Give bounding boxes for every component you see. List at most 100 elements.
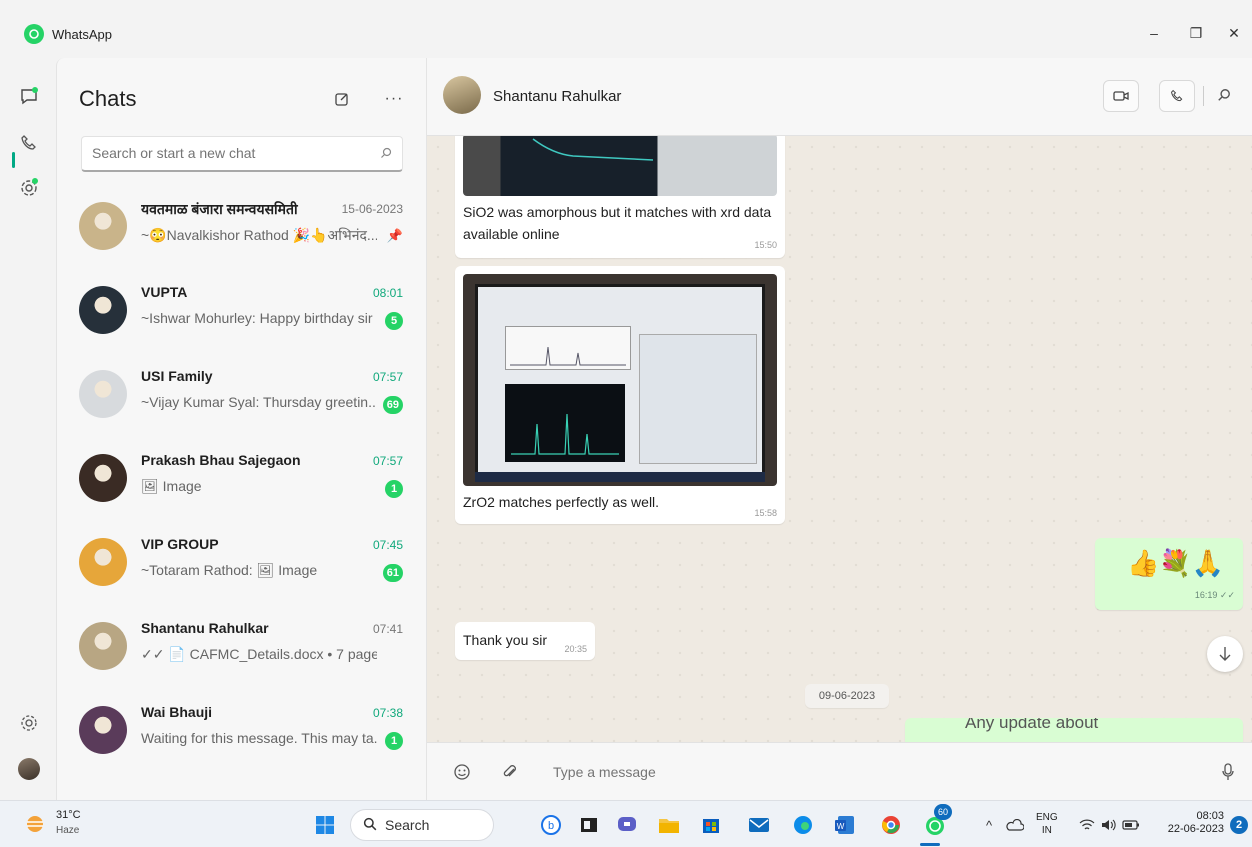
edge-icon[interactable] bbox=[788, 810, 818, 840]
bing-icon[interactable]: b bbox=[536, 810, 566, 840]
file-explorer-icon[interactable] bbox=[654, 810, 684, 840]
message-text: Any update about bbox=[965, 718, 1099, 732]
conversation-header: Shantanu Rahulkar bbox=[427, 58, 1252, 136]
chat-preview: ~Vijay Kumar Syal: Thursday greetin... bbox=[141, 394, 377, 410]
weather-condition: Haze bbox=[56, 825, 80, 836]
svg-text:b: b bbox=[548, 820, 554, 832]
chat-avatar bbox=[79, 202, 127, 250]
clock-date: 22-06-2023 bbox=[1167, 823, 1224, 835]
unread-badge: 1 bbox=[385, 732, 403, 750]
taskbar-search[interactable]: Search bbox=[350, 809, 494, 841]
onedrive-icon[interactable] bbox=[1000, 810, 1030, 840]
chats-icon[interactable] bbox=[18, 85, 40, 107]
profile-avatar[interactable] bbox=[18, 758, 40, 780]
chat-time: 07:38 bbox=[372, 706, 403, 720]
chat-list-item[interactable]: Shantanu Rahulkar 07:41 ✓✓ 📄 CAFMC_Details… bbox=[79, 610, 409, 692]
header-divider bbox=[1203, 86, 1204, 106]
chat-preview: Waiting for this message. This may ta... bbox=[141, 730, 377, 746]
pin-icon: 📌 bbox=[386, 228, 403, 243]
chat-list-item[interactable]: VIP GROUP 07:45 ~Totaram Rathod: 🖼 Image 61 bbox=[79, 526, 409, 608]
new-chat-icon[interactable] bbox=[329, 86, 355, 112]
microphone-icon[interactable] bbox=[1217, 761, 1239, 783]
chat-time: 15-06-2023 bbox=[341, 202, 403, 216]
chat-time: 07:57 bbox=[372, 370, 403, 384]
message-input[interactable] bbox=[553, 757, 1153, 787]
xrd-laptop-image[interactable] bbox=[463, 274, 777, 486]
battery-icon[interactable] bbox=[1116, 810, 1146, 840]
emoji-icon[interactable] bbox=[451, 761, 473, 783]
search-input[interactable] bbox=[82, 137, 352, 169]
message-bubble-in[interactable]: Thank you sir 20:35 bbox=[455, 622, 595, 660]
chat-avatar bbox=[79, 706, 127, 754]
language-code: ENG bbox=[1036, 812, 1058, 823]
chat-list-panel: Chats ··· यवतमाळ बंजारा समन्वयसमिती 15-06… bbox=[56, 58, 427, 800]
attach-icon[interactable] bbox=[499, 761, 521, 783]
chat-preview: ~Totaram Rathod: 🖼 Image bbox=[141, 562, 318, 578]
start-button[interactable] bbox=[310, 810, 340, 840]
chat-avatar bbox=[79, 538, 127, 586]
search-messages-icon[interactable] bbox=[1217, 88, 1231, 107]
message-text: Thank you sir bbox=[463, 632, 548, 648]
close-button[interactable]: ✕ bbox=[1214, 18, 1252, 48]
calls-icon[interactable] bbox=[18, 132, 40, 154]
chat-list-item[interactable]: यवतमाळ बंजारा समन्वयसमिती 15-06-2023 ~😳Nav… bbox=[79, 190, 409, 272]
app-title: WhatsApp bbox=[52, 27, 112, 42]
notification-badge[interactable]: 2 bbox=[1230, 816, 1248, 834]
store-icon[interactable] bbox=[696, 810, 726, 840]
chat-time: 08:01 bbox=[372, 286, 403, 300]
video-call-icon[interactable] bbox=[1103, 80, 1139, 112]
composer-bar bbox=[427, 742, 1252, 800]
message-time: 20:35 bbox=[564, 644, 587, 654]
clock[interactable]: 08:03 22-06-2023 bbox=[1158, 810, 1224, 836]
scroll-down-button[interactable] bbox=[1207, 636, 1243, 672]
message-text: SiO2 was amorphous but it matches with x… bbox=[463, 204, 772, 220]
message-bubble-out[interactable]: 👍💐🙏 16:19 ✓✓ bbox=[1095, 538, 1243, 610]
chat-name: VIP GROUP bbox=[141, 536, 219, 552]
chat-list-item[interactable]: USI Family 07:57 ~Vijay Kumar Syal: Thursd… bbox=[79, 358, 409, 440]
chat-list-item[interactable]: Wai Bhauji 07:38 Waiting for this message.… bbox=[79, 694, 409, 776]
mail-icon[interactable] bbox=[744, 810, 774, 840]
contact-avatar[interactable] bbox=[443, 76, 481, 114]
chat-name: यवतमाळ बंजारा समन्वयसमिती bbox=[141, 201, 298, 217]
chat-preview: 🖼 Image bbox=[141, 478, 202, 494]
chat-list-item[interactable]: VUPTA 08:01 ~Ishwar Mohurley: Happy birthd… bbox=[79, 274, 409, 356]
message-bubble-in[interactable]: SiO2 was amorphous but it matches with x… bbox=[455, 136, 785, 258]
chrome-icon[interactable] bbox=[876, 810, 906, 840]
svg-text:W: W bbox=[837, 822, 845, 831]
more-options-icon[interactable]: ··· bbox=[381, 86, 407, 112]
xrd-image[interactable] bbox=[463, 136, 777, 196]
region-code: IN bbox=[1041, 825, 1052, 836]
restore-button[interactable]: ❐ bbox=[1176, 18, 1216, 48]
search-icon bbox=[380, 146, 392, 164]
word-icon[interactable]: W bbox=[830, 810, 860, 840]
active-indicator bbox=[12, 152, 15, 168]
chat-teams-icon[interactable] bbox=[612, 810, 642, 840]
clock-time: 08:03 bbox=[1196, 810, 1224, 822]
left-nav-rail bbox=[0, 58, 56, 800]
message-text-line2: available online bbox=[463, 226, 560, 242]
task-view-icon[interactable] bbox=[574, 810, 604, 840]
chat-list-item[interactable]: Prakash Bhau Sajegaon 07:57 🖼 Image 1 bbox=[79, 442, 409, 524]
date-separator: 09-06-2023 bbox=[805, 684, 889, 708]
chat-name: Shantanu Rahulkar bbox=[141, 620, 269, 636]
message-area[interactable]: SiO2 was amorphous but it matches with x… bbox=[427, 136, 1252, 742]
emoji-message: 👍💐🙏 bbox=[1127, 548, 1225, 578]
unread-badge: 69 bbox=[382, 396, 403, 414]
language-indicator[interactable]: ENG IN bbox=[1036, 811, 1058, 837]
chat-avatar bbox=[79, 286, 127, 334]
chats-heading: Chats bbox=[79, 86, 137, 111]
minimize-button[interactable]: – bbox=[1134, 18, 1174, 48]
whatsapp-logo-icon bbox=[24, 24, 44, 44]
status-icon[interactable] bbox=[18, 176, 40, 198]
search-icon bbox=[363, 817, 377, 834]
message-bubble-in[interactable]: ZrO2 matches perfectly as well. 15:58 bbox=[455, 266, 785, 524]
weather-icon[interactable] bbox=[20, 809, 50, 839]
message-bubble-out-partial[interactable]: Any update about bbox=[905, 718, 1243, 742]
settings-icon[interactable] bbox=[18, 712, 40, 734]
chat-name: Wai Bhauji bbox=[141, 704, 213, 720]
search-box[interactable] bbox=[81, 136, 403, 172]
contact-name[interactable]: Shantanu Rahulkar bbox=[493, 88, 621, 105]
whatsapp-window: WhatsApp – ❐ ✕ Chats ··· Search or start… bbox=[0, 0, 1252, 800]
taskbar-whatsapp-icon[interactable]: 60 bbox=[920, 804, 952, 840]
voice-call-icon[interactable] bbox=[1159, 80, 1195, 112]
